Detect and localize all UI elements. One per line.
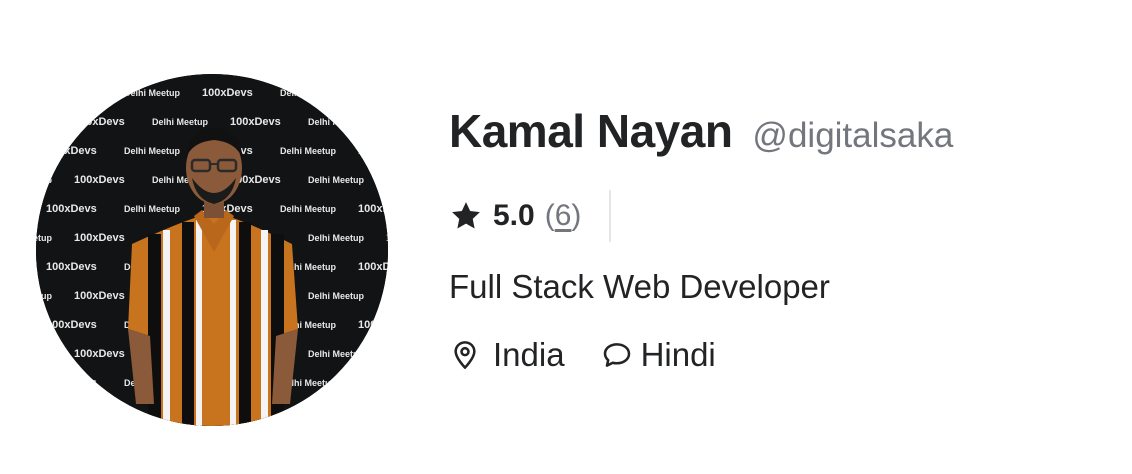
backdrop-text: 100xDevs <box>74 348 125 360</box>
name-row: Kamal Nayan @digitalsaka <box>449 104 953 158</box>
backdrop-text: Delhi Meetup <box>152 117 209 127</box>
backdrop-text: Delhi Meetup <box>124 88 181 98</box>
backdrop-text: Delhi Meetup <box>308 291 365 301</box>
backdrop-text: Delhi Meetup <box>36 407 53 417</box>
backdrop-text: Delhi Meetup <box>308 233 365 243</box>
seller-meta: India Hindi <box>449 336 716 374</box>
backdrop-text: 100xDevs <box>358 261 388 273</box>
backdrop-text: 100xDevs <box>46 203 97 215</box>
chat-bubble-icon <box>603 343 630 367</box>
backdrop-text: Delhi Meetup <box>36 117 53 127</box>
backdrop-text: 100xDevs <box>358 203 388 215</box>
seller-profile-card: 100xDevs Delhi Meetup 100xDevs Delhi Meetup… <box>0 0 1132 474</box>
backdrop-text: 100xDevs <box>46 261 97 273</box>
backdrop-text: Delhi Meetup <box>36 233 53 243</box>
seller-name[interactable]: Kamal Nayan <box>449 104 733 158</box>
backdrop-text: Delhi Meetup <box>308 175 365 185</box>
backdrop-text: 100xDevs <box>74 174 125 186</box>
backdrop-text: 100xDevs <box>74 116 125 128</box>
seller-username: @digitalsaka <box>752 116 954 155</box>
backdrop-text: 100xDevs <box>46 377 97 389</box>
rating-count: (6) <box>545 199 582 233</box>
divider <box>609 190 612 242</box>
backdrop-text: Delhi Meetup <box>308 117 365 127</box>
backdrop-text: 100xDevs <box>46 145 97 157</box>
reviews-link[interactable]: 6 <box>555 199 572 232</box>
location-label: India <box>493 336 565 373</box>
rating-value: 5.0 <box>493 199 535 232</box>
backdrop-text: 100xDevs <box>358 145 388 157</box>
language-label: Hindi <box>640 336 716 373</box>
backdrop-text: Delhi Meetup <box>36 291 53 301</box>
backdrop-text: Delhi Meetup <box>124 146 181 156</box>
backdrop-text: 100xDevs <box>202 87 253 99</box>
location-pin-icon <box>454 341 476 369</box>
backdrop-text: 100xDevs <box>386 174 388 186</box>
backdrop-text: 100xDevs <box>46 319 97 331</box>
star-icon <box>452 202 480 229</box>
backdrop-text: 100xDevs <box>74 232 125 244</box>
backdrop-text: 100xDevs <box>386 290 388 302</box>
backdrop-text: 100xDevs <box>358 87 388 99</box>
profile-info: Kamal Nayan @digitalsaka 5.0 (6) Full St… <box>449 104 953 373</box>
backdrop-text: 100xDevs <box>74 406 125 418</box>
seller-tagline: Full Stack Web Developer <box>449 268 830 305</box>
backdrop-text: 100xDevs <box>386 348 388 360</box>
backdrop-text: 100xDevs <box>386 232 388 244</box>
backdrop-text: Delhi Meetup <box>124 204 181 214</box>
avatar[interactable]: 100xDevs Delhi Meetup 100xDevs Delhi Meetup… <box>36 74 388 426</box>
avatar-photo: 100xDevs Delhi Meetup 100xDevs Delhi Meetup… <box>36 74 388 426</box>
language-item: Hindi <box>601 336 716 374</box>
rating-count-close: ) <box>571 199 582 232</box>
backdrop-text: Delhi Meetup <box>36 175 53 185</box>
backdrop-text: 100xDevs <box>230 116 281 128</box>
backdrop-text: Delhi Meetup <box>308 407 365 417</box>
backdrop-text: 100xDevs <box>386 116 388 128</box>
backdrop-text: Delhi Meetup <box>280 204 337 214</box>
backdrop-text: 100xDevs <box>74 290 125 302</box>
rating-row: 5.0 (6) <box>449 190 612 242</box>
location-item: India <box>449 336 565 374</box>
backdrop-text: Delhi Meetup <box>280 146 337 156</box>
backdrop-text: 100xDevs <box>386 406 388 418</box>
backdrop-text: Delhi Meetup <box>36 349 53 359</box>
backdrop-text: Delhi Meetup <box>280 88 337 98</box>
rating-count-open: ( <box>544 199 555 232</box>
backdrop-text: 100xDevs <box>46 87 97 99</box>
backdrop-text: 100xDevs <box>358 377 388 389</box>
backdrop-text: Delhi Meetup <box>308 349 365 359</box>
backdrop-text: 100xDevs <box>358 319 388 331</box>
